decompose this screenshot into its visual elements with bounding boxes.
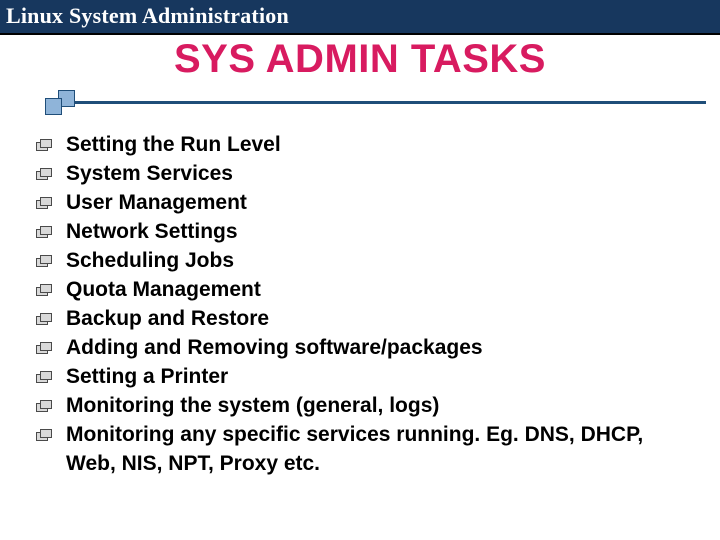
list-item-label: User Management [66, 191, 247, 214]
bullet-icon [36, 255, 50, 265]
bullet-icon [36, 139, 50, 149]
bullet-icon [36, 313, 50, 323]
list-item: Network Settings [36, 217, 690, 246]
list-item: Backup and Restore [36, 304, 690, 333]
task-list: Setting the Run Level System Services User… [36, 130, 690, 478]
list-item: Monitoring any specific services running… [36, 420, 690, 478]
bullet-icon [36, 429, 50, 439]
page-title: SYS ADMIN TASKS [0, 37, 720, 82]
list-item: Scheduling Jobs [36, 246, 690, 275]
list-item: Quota Management [36, 275, 690, 304]
bullet-icon [36, 284, 50, 294]
title-rule-line [48, 101, 706, 104]
list-item-label: Setting a Printer [66, 365, 228, 388]
list-item-label: Network Settings [66, 220, 238, 243]
list-item: Setting a Printer [36, 362, 690, 391]
content-area: Setting the Run Level System Services User… [0, 130, 720, 478]
header-title: Linux System Administration [6, 3, 714, 29]
list-item: Monitoring the system (general, logs) [36, 391, 690, 420]
title-rule-decoration [0, 92, 720, 108]
bullet-icon [36, 342, 50, 352]
list-item: Setting the Run Level [36, 130, 690, 159]
list-item: User Management [36, 188, 690, 217]
list-item-label: Quota Management [66, 278, 261, 301]
bullet-icon [36, 168, 50, 178]
list-item-label: Adding and Removing software/packages [66, 336, 483, 359]
header-bar: Linux System Administration [0, 0, 720, 35]
bullet-icon [36, 400, 50, 410]
list-item-label: System Services [66, 162, 233, 185]
list-item-label: Setting the Run Level [66, 133, 281, 156]
bullet-icon [36, 371, 50, 381]
list-item: Adding and Removing software/packages [36, 333, 690, 362]
list-item: System Services [36, 159, 690, 188]
list-item-label: Monitoring any specific services running… [66, 423, 643, 475]
list-item-label: Scheduling Jobs [66, 249, 234, 272]
bullet-icon [36, 226, 50, 236]
title-rule-square-icon [45, 98, 62, 115]
list-item-label: Backup and Restore [66, 307, 269, 330]
bullet-icon [36, 197, 50, 207]
list-item-label: Monitoring the system (general, logs) [66, 394, 439, 417]
